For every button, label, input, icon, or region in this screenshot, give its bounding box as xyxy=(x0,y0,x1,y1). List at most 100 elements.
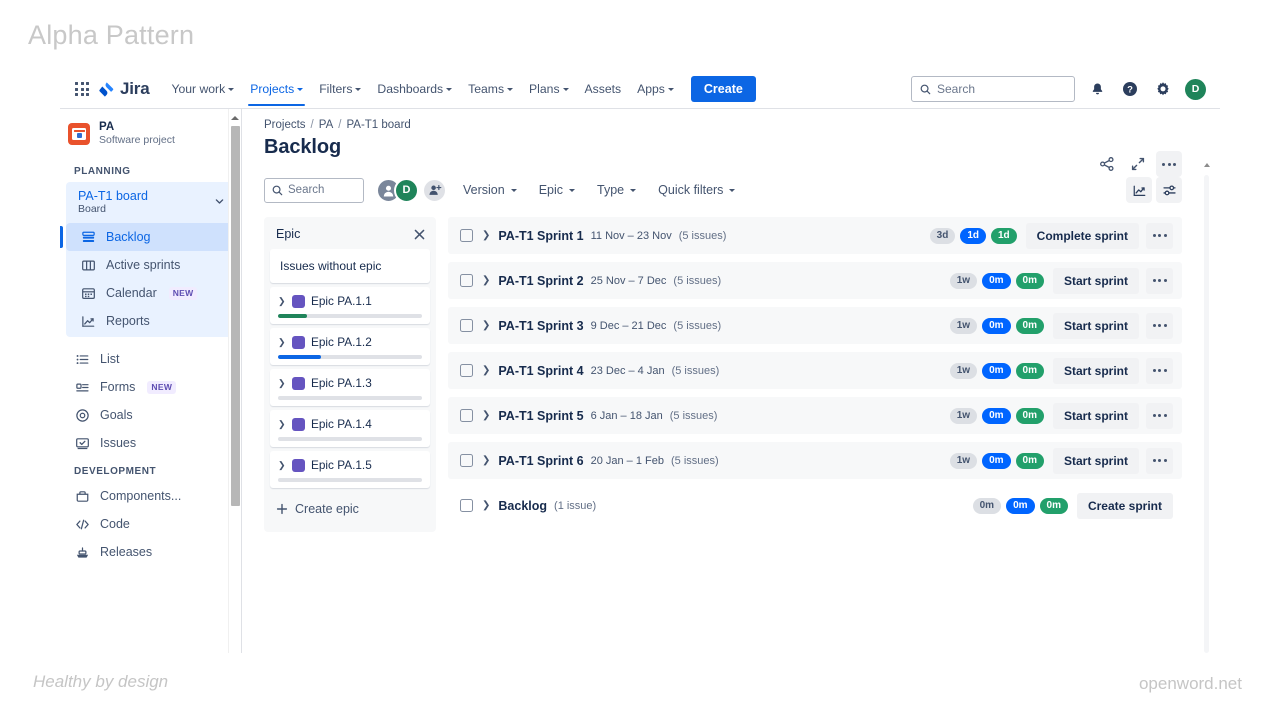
breadcrumb-board[interactable]: PA-T1 board xyxy=(346,119,410,131)
sidebar-item-forms[interactable]: Forms NEW xyxy=(60,373,241,401)
sprint-more-actions-icon[interactable] xyxy=(1146,312,1173,339)
sprint-checkbox[interactable] xyxy=(460,274,473,287)
sprint-row[interactable]: ❯ PA-T1 Sprint 4 23 Dec – 4 Jan (5 issue… xyxy=(448,352,1182,389)
sidebar-item-code[interactable]: Code xyxy=(60,510,241,538)
chevron-right-icon[interactable]: ❯ xyxy=(482,365,490,376)
sidebar-item-releases[interactable]: Releases xyxy=(60,538,241,566)
chevron-down-icon xyxy=(562,87,569,91)
chevron-right-icon[interactable]: ❯ xyxy=(482,320,490,331)
sprint-more-actions-icon[interactable] xyxy=(1146,267,1173,294)
sidebar-scrollbar[interactable] xyxy=(228,109,241,653)
chevron-right-icon[interactable]: ❯ xyxy=(278,460,286,470)
sidebar-item-components[interactable]: Components... xyxy=(60,482,241,510)
sprint-checkbox[interactable] xyxy=(460,319,473,332)
sidebar-item-list[interactable]: List xyxy=(60,345,241,373)
sprint-more-actions-icon[interactable] xyxy=(1146,447,1173,474)
create-button[interactable]: Create xyxy=(690,76,756,102)
help-circle-icon[interactable]: ? xyxy=(1119,78,1141,100)
sidebar-item-backlog[interactable]: Backlog xyxy=(60,223,235,251)
backlog-search-input[interactable]: Search xyxy=(264,177,364,203)
gear-icon[interactable] xyxy=(1152,78,1174,100)
sprint-action-button[interactable]: Start sprint xyxy=(1052,312,1139,339)
chevron-right-icon[interactable]: ❯ xyxy=(278,419,286,429)
sprint-action-button[interactable]: Start sprint xyxy=(1052,357,1139,384)
create-epic-button[interactable]: Create epic xyxy=(264,492,436,524)
nav-plans[interactable]: Plans xyxy=(521,74,577,105)
chevron-right-icon[interactable]: ❯ xyxy=(278,378,286,388)
sprint-more-actions-icon[interactable] xyxy=(1146,402,1173,429)
sidebar-item-calendar[interactable]: Calendar NEW xyxy=(66,279,235,307)
chevron-right-icon[interactable]: ❯ xyxy=(482,500,490,511)
filter-quick-filters-dropdown[interactable]: Quick filters xyxy=(652,178,741,202)
filter-epic-dropdown[interactable]: Epic xyxy=(533,178,581,202)
nav-assets[interactable]: Assets xyxy=(577,74,630,105)
bell-icon[interactable] xyxy=(1086,78,1108,100)
scroll-up-arrow-icon[interactable] xyxy=(229,111,241,124)
filter-type-dropdown[interactable]: Type xyxy=(591,178,642,202)
chevron-right-icon[interactable]: ❯ xyxy=(482,230,490,241)
nav-apps[interactable]: Apps xyxy=(629,74,682,105)
epic-item[interactable]: ❯ Epic PA.1.2 xyxy=(270,328,430,365)
epic-item-without-epic[interactable]: Issues without epic xyxy=(270,249,430,283)
sidebar-item-active-sprints[interactable]: Active sprints xyxy=(66,251,235,279)
jira-home-logo[interactable]: Jira xyxy=(98,79,150,99)
issues-icon xyxy=(74,435,90,451)
nav-teams[interactable]: Teams xyxy=(460,74,521,105)
sprint-checkbox[interactable] xyxy=(460,364,473,377)
chevron-right-icon[interactable]: ❯ xyxy=(482,410,490,421)
sprint-action-button[interactable]: Start sprint xyxy=(1052,447,1139,474)
avatar-user-d[interactable]: D xyxy=(394,177,419,203)
main-scrollbar[interactable] xyxy=(1201,161,1212,653)
filter-version-dropdown[interactable]: Version xyxy=(457,178,523,202)
nav-filters[interactable]: Filters xyxy=(311,74,369,105)
add-person-icon[interactable] xyxy=(422,177,447,203)
nav-projects[interactable]: Projects xyxy=(242,74,311,106)
breadcrumb-projects[interactable]: Projects xyxy=(264,119,306,131)
sprint-action-button[interactable]: Start sprint xyxy=(1052,267,1139,294)
create-sprint-button[interactable]: Create sprint xyxy=(1076,492,1173,519)
sprint-action-button[interactable]: Complete sprint xyxy=(1025,222,1139,249)
sprint-row[interactable]: ❯ PA-T1 Sprint 6 20 Jan – 1 Feb (5 issue… xyxy=(448,442,1182,479)
expand-icon[interactable] xyxy=(1125,151,1151,177)
chevron-right-icon[interactable]: ❯ xyxy=(482,455,490,466)
epic-item[interactable]: ❯ Epic PA.1.3 xyxy=(270,369,430,406)
sprint-action-button[interactable]: Start sprint xyxy=(1052,402,1139,429)
sidebar-item-issues[interactable]: Issues xyxy=(60,429,241,457)
chevron-right-icon[interactable]: ❯ xyxy=(278,296,286,306)
sprint-checkbox[interactable] xyxy=(460,229,473,242)
chevron-right-icon[interactable]: ❯ xyxy=(278,337,286,347)
sprint-row[interactable]: ❯ PA-T1 Sprint 2 25 Nov – 7 Dec (5 issue… xyxy=(448,262,1182,299)
epic-item[interactable]: ❯ Epic PA.1.5 xyxy=(270,451,430,488)
sidebar-scrollbar-thumb[interactable] xyxy=(231,126,240,506)
breadcrumb-pa[interactable]: PA xyxy=(319,119,334,131)
scroll-up-arrow-icon[interactable] xyxy=(1201,163,1212,167)
backlog-row[interactable]: ❯ Backlog (1 issue) 0m 0m 0m Create spri… xyxy=(448,487,1182,524)
sprint-checkbox[interactable] xyxy=(460,409,473,422)
close-icon[interactable] xyxy=(413,228,426,241)
user-avatar[interactable]: D xyxy=(1185,78,1206,100)
sidebar-item-reports[interactable]: Reports xyxy=(66,307,235,335)
more-actions-icon[interactable] xyxy=(1156,151,1182,177)
sprint-row[interactable]: ❯ PA-T1 Sprint 1 11 Nov – 23 Nov (5 issu… xyxy=(448,217,1182,254)
backlog-checkbox[interactable] xyxy=(460,499,473,512)
chevron-down-icon xyxy=(510,189,517,192)
main-scrollbar-track[interactable] xyxy=(1204,175,1209,653)
sprint-more-actions-icon[interactable] xyxy=(1146,222,1173,249)
sprint-more-actions-icon[interactable] xyxy=(1146,357,1173,384)
nav-dashboards[interactable]: Dashboards xyxy=(369,74,460,105)
sliders-icon[interactable] xyxy=(1156,177,1182,203)
project-header[interactable]: PA Software project xyxy=(60,109,241,157)
global-search-input[interactable]: Search xyxy=(911,76,1075,102)
epic-item[interactable]: ❯ Epic PA.1.1 xyxy=(270,287,430,324)
sprint-row[interactable]: ❯ PA-T1 Sprint 5 6 Jan – 18 Jan (5 issue… xyxy=(448,397,1182,434)
share-icon[interactable] xyxy=(1094,151,1120,177)
grid-apps-icon[interactable] xyxy=(70,77,94,101)
sprint-checkbox[interactable] xyxy=(460,454,473,467)
sidebar-board-selector[interactable]: PA-T1 board Board xyxy=(66,182,235,223)
nav-your-work[interactable]: Your work xyxy=(163,74,242,105)
sprint-row[interactable]: ❯ PA-T1 Sprint 3 9 Dec – 21 Dec (5 issue… xyxy=(448,307,1182,344)
insights-chart-icon[interactable] xyxy=(1126,177,1152,203)
sidebar-item-goals[interactable]: Goals xyxy=(60,401,241,429)
chevron-right-icon[interactable]: ❯ xyxy=(482,275,490,286)
epic-item[interactable]: ❯ Epic PA.1.4 xyxy=(270,410,430,447)
